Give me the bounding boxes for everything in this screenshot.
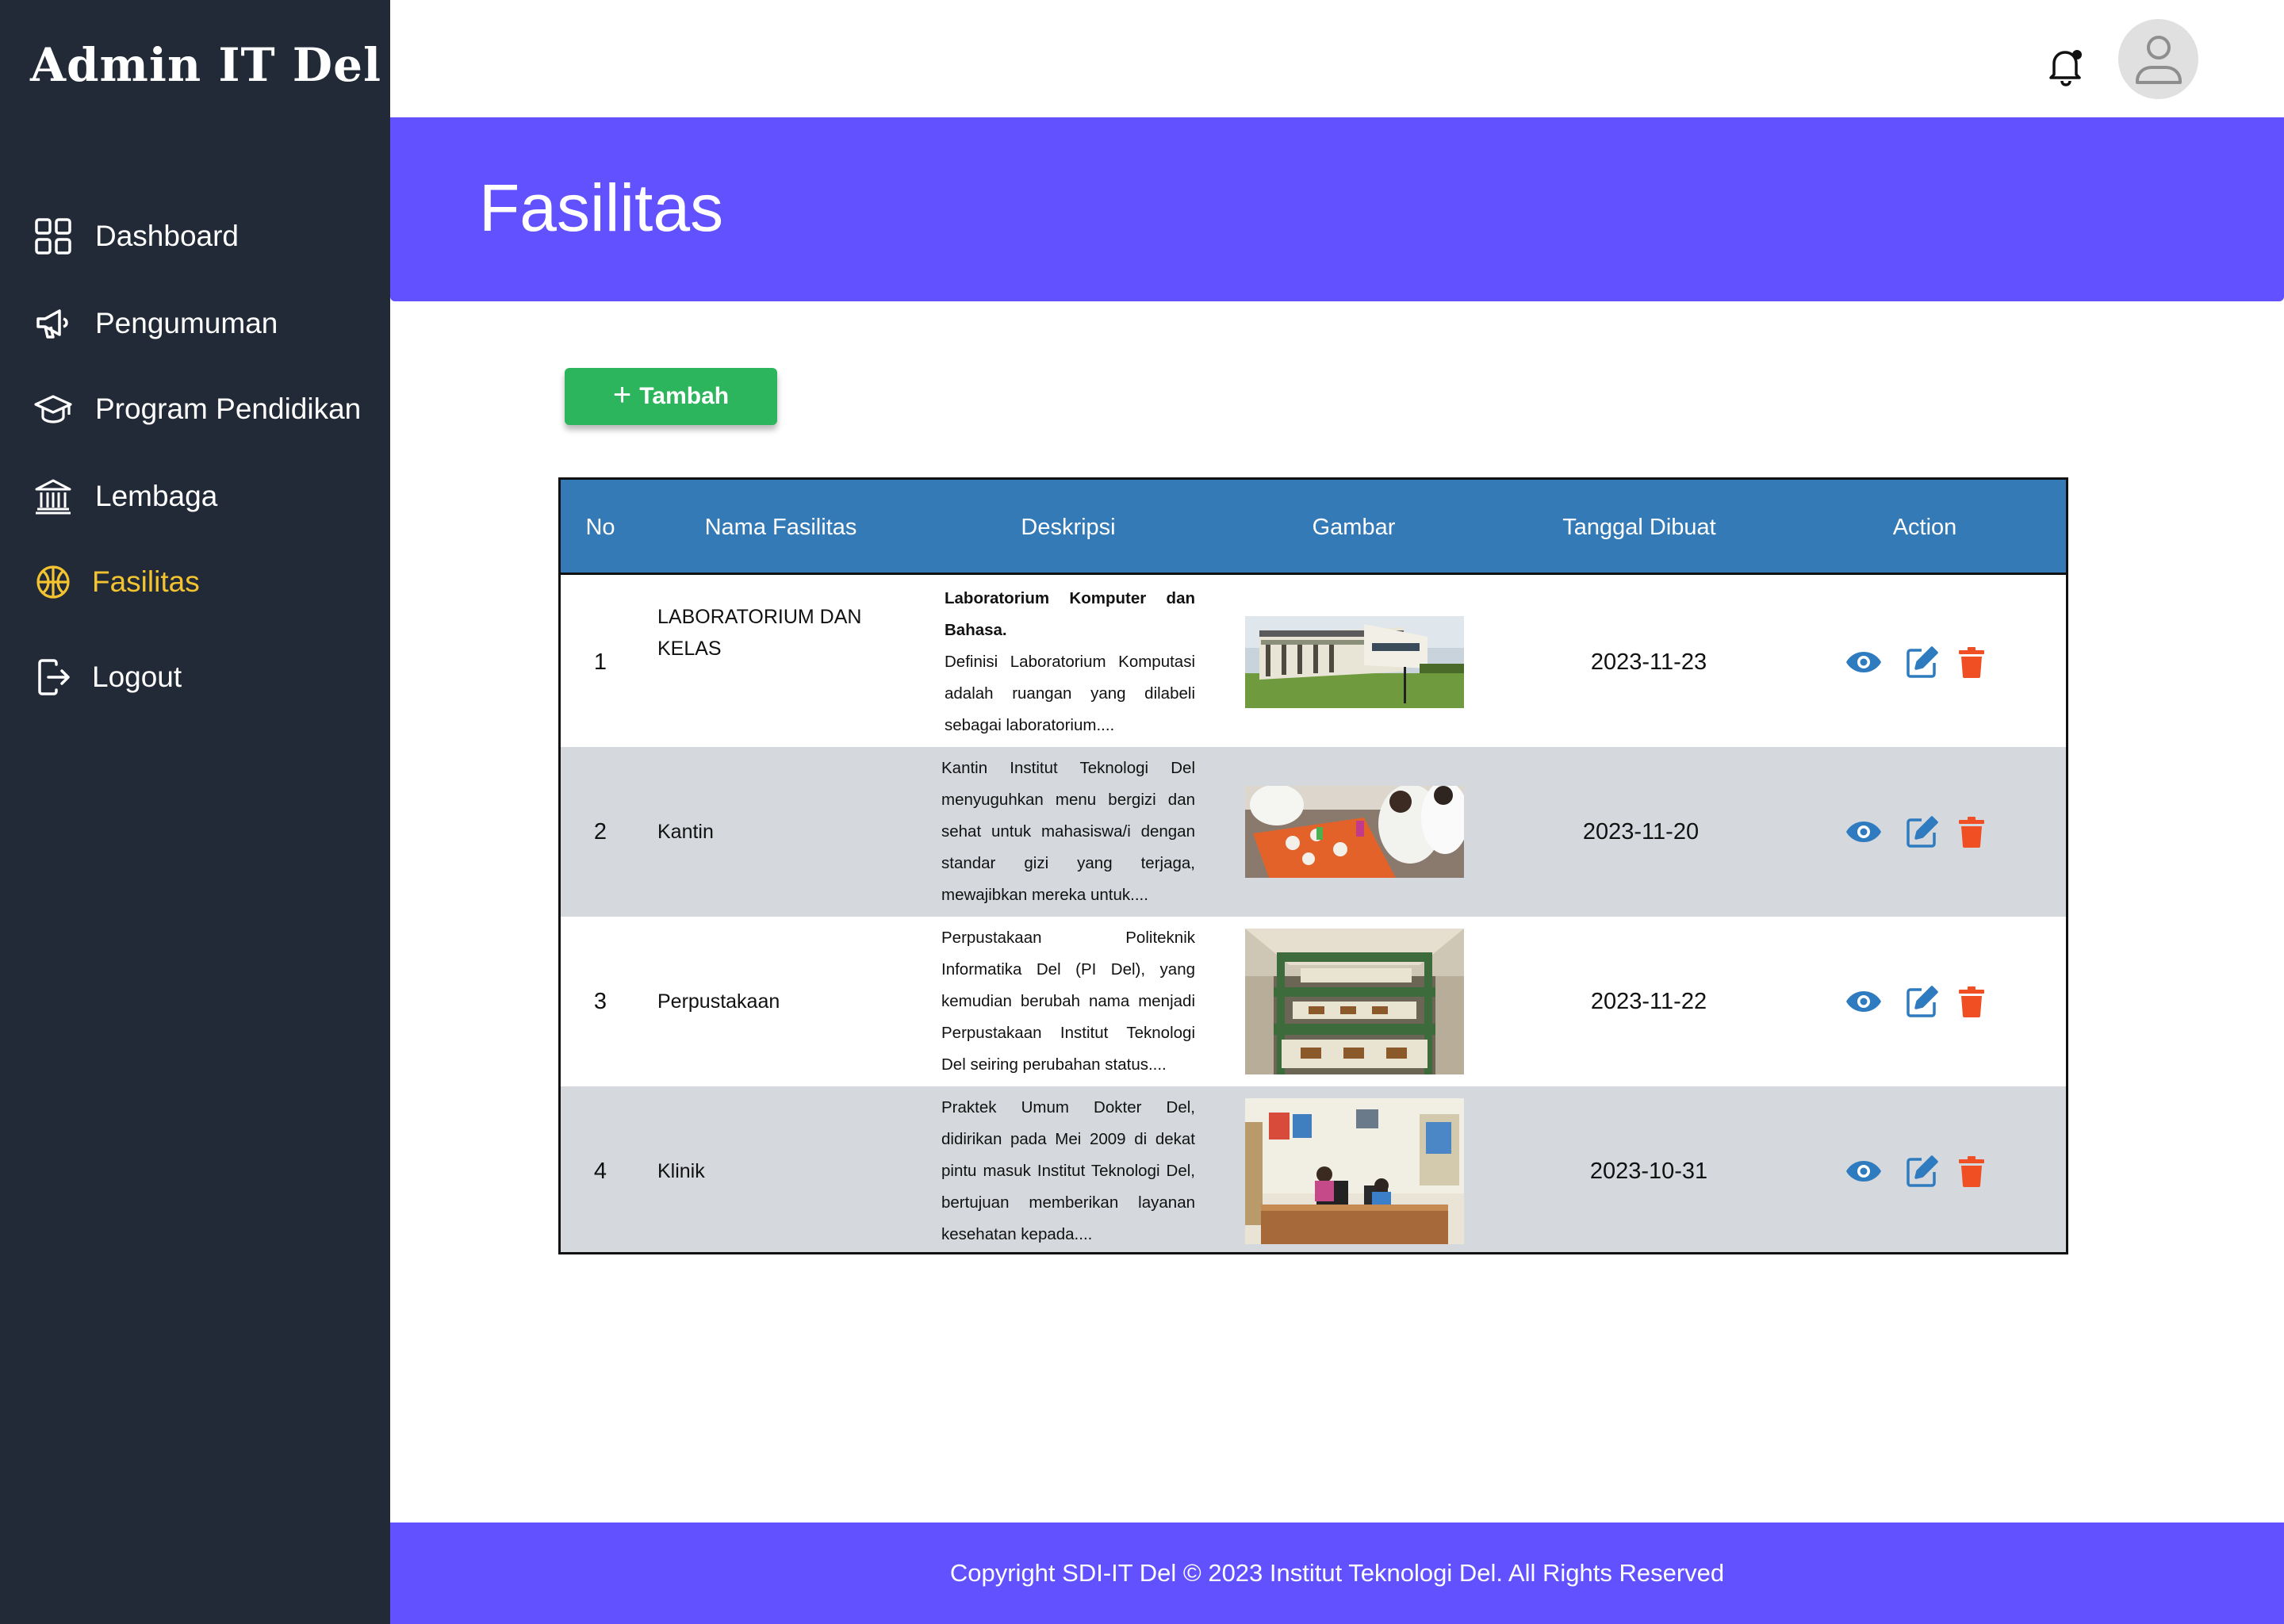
row-number: 1 — [593, 649, 607, 675]
sidebar-item-label: Logout — [92, 661, 182, 693]
facility-name: LABORATORIUM DAN KELAS — [657, 606, 862, 660]
row-number: 4 — [593, 1158, 607, 1184]
edit-icon[interactable] — [1904, 814, 1941, 850]
facility-description: Perpustakaan Politeknik Informatika Del … — [941, 917, 1195, 1086]
eye-icon[interactable] — [1845, 644, 1882, 680]
sidebar-item-label: Program Pendidikan — [95, 393, 362, 425]
edit-icon[interactable] — [1904, 983, 1941, 1020]
page-title: Fasilitas — [479, 170, 724, 245]
description-text: Praktek Umum Dokter Del, didirikan pada … — [941, 1098, 1195, 1243]
page-header: Fasilitas — [390, 117, 2284, 301]
basketball-icon — [32, 561, 75, 603]
brand-title: Admin IT Del — [30, 38, 382, 92]
row-actions — [1845, 747, 2036, 917]
edit-icon[interactable] — [1904, 644, 1941, 680]
library-photo — [1245, 929, 1464, 1074]
sidebar-item-label: Lembaga — [95, 480, 218, 512]
trash-icon[interactable] — [1953, 644, 1990, 680]
facility-description: Laboratorium Komputer dan Bahasa. Definis… — [945, 577, 1195, 747]
sidebar-item-fasilitas[interactable]: Fasilitas — [32, 558, 200, 606]
facility-name: Klinik — [657, 1160, 705, 1182]
row-actions — [1845, 917, 2036, 1086]
facility-image — [1245, 747, 1464, 917]
column-header-description: Deskripsi — [1021, 514, 1116, 540]
facility-image — [1245, 577, 1464, 747]
building-photo — [1245, 616, 1464, 708]
created-date: 2023-11-22 — [1590, 988, 1707, 1014]
sidebar-item-pengumuman[interactable]: Pengumuman — [32, 300, 278, 347]
sidebar-item-label: Fasilitas — [92, 565, 200, 598]
sidebar-item-lembaga[interactable]: Lembaga — [32, 473, 217, 520]
user-avatar[interactable] — [2118, 19, 2198, 99]
trash-icon[interactable] — [1953, 1153, 1990, 1189]
description-text: Perpustakaan Politeknik Informatika Del … — [941, 929, 1195, 1074]
facility-image — [1245, 917, 1464, 1086]
sidebar-item-label: Pengumuman — [95, 307, 278, 339]
add-button-label: Tambah — [639, 383, 730, 409]
created-date: 2023-11-23 — [1590, 649, 1707, 675]
created-date: 2023-11-20 — [1582, 818, 1700, 845]
row-actions — [1845, 577, 2036, 747]
column-header-no: No — [585, 514, 615, 540]
description-bold: Laboratorium Komputer dan Bahasa. — [945, 589, 1195, 639]
trash-icon[interactable] — [1953, 814, 1990, 850]
notification-bell-icon[interactable] — [2046, 44, 2086, 87]
column-header-image: Gambar — [1312, 514, 1396, 540]
copyright-text: Copyright SDI-IT Del © 2023 Institut Tek… — [949, 1559, 1725, 1587]
eye-icon[interactable] — [1845, 814, 1882, 850]
canteen-photo — [1245, 786, 1464, 878]
logout-icon — [32, 656, 75, 699]
facilities-table: No Nama Fasilitas Deskripsi Gambar Tangg… — [558, 477, 2068, 1254]
facility-name: Kantin — [657, 821, 714, 843]
building-columns-icon — [32, 475, 75, 518]
megaphone-icon — [32, 302, 75, 345]
facility-description: Kantin Institut Teknologi Del menyuguhka… — [941, 747, 1195, 917]
footer: Copyright SDI-IT Del © 2023 Institut Tek… — [390, 1522, 2284, 1624]
row-number: 3 — [593, 988, 607, 1014]
table-row: 3 Perpustakaan Perpustakaan Politeknik I… — [561, 917, 2066, 1086]
graduation-cap-icon — [32, 388, 75, 431]
column-header-action: Action — [1892, 514, 1957, 540]
eye-icon[interactable] — [1845, 983, 1882, 1020]
description-text: Kantin Institut Teknologi Del menyuguhka… — [941, 759, 1195, 904]
facility-name: Perpustakaan — [657, 990, 780, 1013]
row-number: 2 — [593, 818, 607, 845]
column-header-date: Tanggal Dibuat — [1562, 514, 1716, 540]
sidebar-item-label: Dashboard — [95, 220, 240, 252]
sidebar-item-dashboard[interactable]: Dashboard — [32, 213, 239, 260]
sidebar: Admin IT Del Dashboard Pengumuman Progra… — [0, 0, 390, 1624]
column-header-name: Nama Fasilitas — [704, 514, 857, 540]
sidebar-item-program-pendidikan[interactable]: Program Pendidikan — [32, 385, 361, 433]
created-date: 2023-10-31 — [1589, 1158, 1708, 1184]
grid-icon — [32, 215, 75, 258]
sidebar-item-logout[interactable]: Logout — [32, 653, 182, 701]
trash-icon[interactable] — [1953, 983, 1990, 1020]
eye-icon[interactable] — [1845, 1153, 1882, 1189]
description-text: Definisi Laboratorium Komputasi adalah r… — [945, 653, 1195, 734]
table-row: 2 Kantin Kantin Institut Teknologi Del m… — [561, 747, 2066, 917]
table-header: No Nama Fasilitas Deskripsi Gambar Tangg… — [561, 480, 2066, 575]
plus-icon: + — [612, 377, 632, 412]
table-row: 4 Klinik Praktek Umum Dokter Del, didiri… — [561, 1086, 2066, 1252]
row-actions — [1845, 1086, 2036, 1252]
facility-image — [1245, 1086, 1464, 1252]
add-button[interactable]: + Tambah — [565, 368, 777, 425]
table-row: 1 LABORATORIUM DAN KELAS Laboratorium Ko… — [561, 577, 2066, 747]
edit-icon[interactable] — [1904, 1153, 1941, 1189]
clinic-photo — [1245, 1098, 1464, 1244]
facility-description: Praktek Umum Dokter Del, didirikan pada … — [941, 1086, 1195, 1252]
